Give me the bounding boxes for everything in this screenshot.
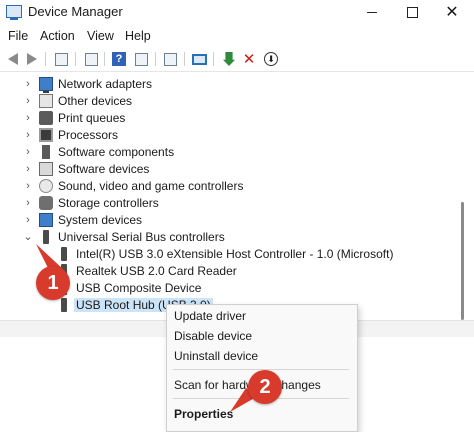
step-badge-1: 1	[36, 266, 70, 300]
callout-arrows	[36, 244, 258, 412]
step-badge-2: 2	[248, 370, 282, 404]
